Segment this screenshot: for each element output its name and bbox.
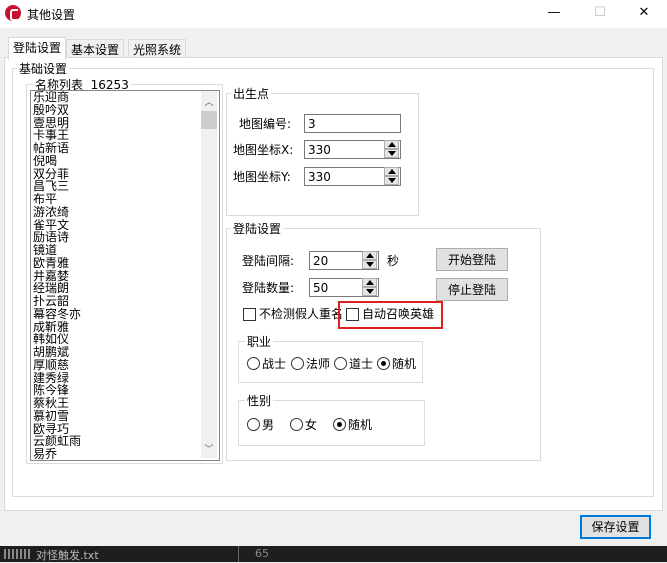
spin-down-icon[interactable] xyxy=(362,287,377,296)
job-option-random: 随机 xyxy=(392,357,416,371)
list-item[interactable]: 云颜虹雨 xyxy=(31,435,219,448)
map-x-spinner[interactable] xyxy=(384,140,400,159)
no-dup-name-checkbox[interactable] xyxy=(243,308,256,321)
login-settings-label: 登陆设置 xyxy=(231,222,283,236)
gender-option-male: 男 xyxy=(262,418,274,432)
list-item[interactable]: 建秀绿 xyxy=(31,372,219,385)
list-item[interactable]: 雀平文 xyxy=(31,219,219,232)
list-item[interactable]: 欧寻巧 xyxy=(31,423,219,436)
map-y-label: 地图坐标Y: xyxy=(233,170,291,184)
login-count-label: 登陆数量: xyxy=(242,281,294,295)
list-item[interactable]: 昌飞三 xyxy=(31,180,219,193)
login-count-spinner[interactable] xyxy=(362,278,378,297)
list-item[interactable]: 成靳雅 xyxy=(31,321,219,334)
spin-up-icon[interactable] xyxy=(362,278,377,287)
job-radio-random[interactable] xyxy=(377,357,390,370)
scrollbar-thumb[interactable] xyxy=(201,111,217,129)
spin-up-icon[interactable] xyxy=(384,167,399,176)
gender-radio-random[interactable] xyxy=(333,418,346,431)
list-item[interactable]: 幕容冬亦 xyxy=(31,308,219,321)
minimize-icon[interactable]: — xyxy=(531,0,577,28)
map-id-label: 地图编号: xyxy=(239,117,291,131)
spin-up-icon[interactable] xyxy=(384,140,399,149)
list-item[interactable]: 蔡秋王 xyxy=(31,397,219,410)
list-item[interactable]: 壹思明 xyxy=(31,117,219,130)
list-item[interactable]: 易乔 xyxy=(31,448,219,461)
tab-login-settings[interactable]: 登陆设置 xyxy=(8,37,66,60)
save-settings-button[interactable]: 保存设置 xyxy=(580,515,651,539)
gender-radio-female[interactable] xyxy=(290,418,303,431)
login-interval-label: 登陆间隔: xyxy=(242,254,294,268)
list-item[interactable]: 陈今锋 xyxy=(31,384,219,397)
list-item[interactable]: 扑云韶 xyxy=(31,295,219,308)
list-item[interactable]: 游浓绮 xyxy=(31,206,219,219)
job-label: 职业 xyxy=(245,335,273,349)
taskbar-divider xyxy=(238,546,239,562)
list-item[interactable]: 卡事王 xyxy=(31,129,219,142)
list-item[interactable]: 韩如仪 xyxy=(31,333,219,346)
login-interval-spinner[interactable] xyxy=(362,251,378,270)
list-item[interactable]: 井嘉婪 xyxy=(31,270,219,283)
highlight-box xyxy=(338,301,443,329)
close-icon[interactable]: ✕ xyxy=(621,0,667,28)
list-item[interactable]: 慕初雪 xyxy=(31,410,219,423)
list-item[interactable]: 布平 xyxy=(31,193,219,206)
taskbar-number: 65 xyxy=(255,547,269,560)
job-radio-warrior[interactable] xyxy=(247,357,260,370)
list-item[interactable]: 厚顺慈 xyxy=(31,359,219,372)
spin-down-icon[interactable] xyxy=(362,260,377,269)
map-id-input[interactable]: 3 xyxy=(304,114,401,133)
taskbar xyxy=(0,546,667,562)
list-item[interactable]: 双分菲 xyxy=(31,168,219,181)
spin-up-icon[interactable] xyxy=(362,251,377,260)
start-login-button[interactable]: 开始登陆 xyxy=(436,248,508,271)
login-interval-unit: 秒 xyxy=(387,254,399,268)
grip-icon xyxy=(4,549,30,559)
list-item[interactable]: 乐迎商 xyxy=(31,91,219,104)
map-y-spinner[interactable] xyxy=(384,167,400,186)
job-option-taoist: 道士 xyxy=(349,357,373,371)
list-item[interactable]: 倪喝 xyxy=(31,155,219,168)
stop-login-button[interactable]: 停止登陆 xyxy=(436,278,508,301)
job-radio-taoist[interactable] xyxy=(334,357,347,370)
list-item[interactable]: 帖新语 xyxy=(31,142,219,155)
gender-label: 性别 xyxy=(245,394,273,408)
scroll-up-icon[interactable]: ︿ xyxy=(201,95,217,111)
map-x-label: 地图坐标X: xyxy=(233,143,293,157)
job-option-warrior: 战士 xyxy=(262,357,286,371)
spin-down-icon[interactable] xyxy=(384,176,399,185)
list-item[interactable]: 欧青雅 xyxy=(31,257,219,270)
no-dup-name-label: 不检测假人重名 xyxy=(259,307,343,321)
gender-radio-male[interactable] xyxy=(247,418,260,431)
list-item[interactable]: 励语诗 xyxy=(31,231,219,244)
list-item[interactable]: 镜道 xyxy=(31,244,219,257)
maximize-icon[interactable]: ☐ xyxy=(577,0,623,28)
basic-settings-label: 基础设置 xyxy=(17,62,69,76)
job-option-mage: 法师 xyxy=(306,357,330,371)
job-radio-mage[interactable] xyxy=(291,357,304,370)
name-listbox[interactable]: 乐迎商殷吟双壹思明卡事王帖新语倪喝双分菲昌飞三布平游浓绮雀平文励语诗镜道欧青雅井… xyxy=(30,90,220,461)
window-title: 其他设置 xyxy=(27,6,75,23)
gender-option-random: 随机 xyxy=(348,418,372,432)
name-list-items: 乐迎商殷吟双壹思明卡事王帖新语倪喝双分菲昌飞三布平游浓绮雀平文励语诗镜道欧青雅井… xyxy=(31,91,219,461)
spin-down-icon[interactable] xyxy=(384,149,399,158)
list-item[interactable]: 殷吟双 xyxy=(31,104,219,117)
gender-option-female: 女 xyxy=(305,418,317,432)
scroll-down-icon[interactable]: ﹀ xyxy=(201,442,217,458)
taskbar-file-label[interactable]: 对怪触发.txt xyxy=(36,547,99,563)
list-item[interactable]: 经瑞朗 xyxy=(31,282,219,295)
spawn-point-label: 出生点 xyxy=(231,87,271,101)
listbox-scrollbar[interactable] xyxy=(201,91,217,458)
list-item[interactable]: 胡鹏斌 xyxy=(31,346,219,359)
app-logo-icon xyxy=(5,5,21,21)
